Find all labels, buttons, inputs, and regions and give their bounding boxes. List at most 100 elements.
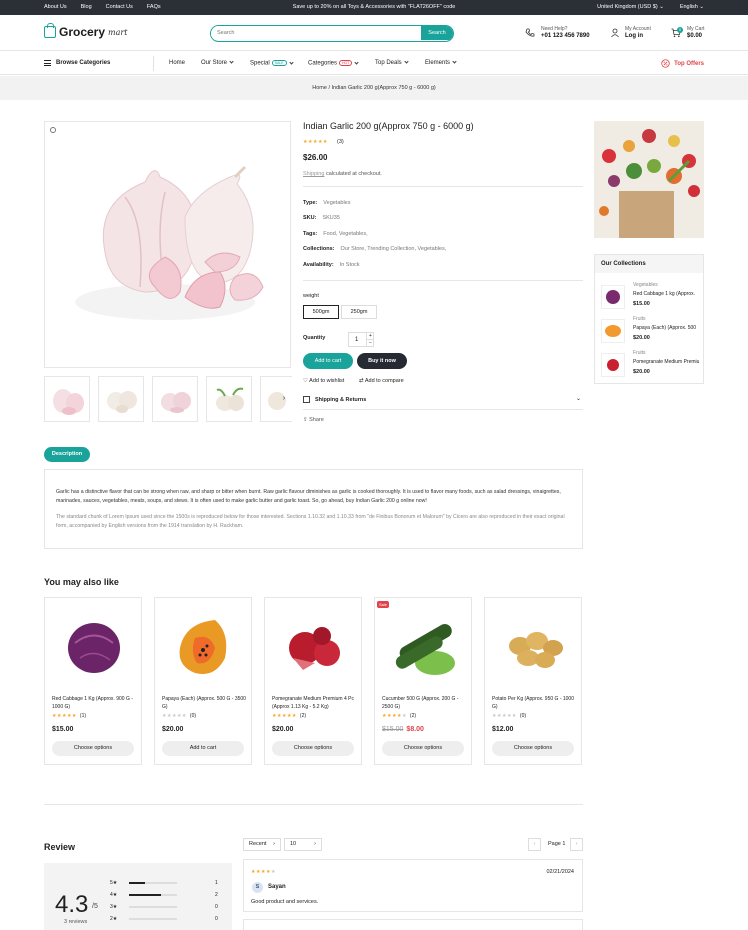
product-card-price: $20.00 bbox=[162, 726, 184, 733]
quantity-stepper: 1 + − bbox=[348, 332, 374, 347]
description-panel: Garlic has a distinctive flavor that can… bbox=[44, 469, 583, 549]
meta-value[interactable]: Food, Vegetables, bbox=[323, 231, 367, 237]
product-card-rating: ★★★★★ (2) bbox=[272, 713, 306, 719]
meta-value[interactable]: Vegetables bbox=[323, 200, 350, 206]
collection-item-name[interactable]: Papaya (Each) (Approx. 500 bbox=[633, 325, 699, 331]
product-card-name[interactable]: Cucumber 500 G (Approx. 200 G - 2500 G) bbox=[382, 695, 466, 711]
breadcrumb-home[interactable]: Home bbox=[312, 85, 327, 91]
top-offers-link[interactable]: Top Offers bbox=[661, 59, 704, 68]
product-card-name[interactable]: Potato Per Kg (Approx. 950 G - 1000 G) bbox=[492, 695, 576, 711]
add-to-cart-button[interactable]: Add to cart bbox=[303, 353, 353, 369]
rating-bar-count: 2 bbox=[215, 892, 218, 898]
product-card[interactable]: Sale Cucumber 500 G (Approx. 200 G - 250… bbox=[374, 597, 472, 765]
rating-stars: ★★★★★ bbox=[162, 713, 187, 719]
account-link[interactable]: My Account Log in bbox=[625, 26, 651, 40]
nav-top-deals[interactable]: Top Deals bbox=[375, 59, 409, 66]
chevron-down-icon: ⌄ bbox=[659, 4, 664, 10]
product-review-count[interactable]: (3) bbox=[337, 139, 344, 145]
share-link[interactable]: ⇪ Share bbox=[303, 417, 324, 423]
sort-select[interactable]: Recent › bbox=[243, 838, 281, 851]
nav-elements[interactable]: Elements bbox=[425, 59, 457, 66]
product-card-name[interactable]: Pomegranate Medium Premium 4 Pc (Approx … bbox=[272, 695, 356, 711]
zoom-icon[interactable] bbox=[50, 127, 56, 133]
product-thumb bbox=[601, 319, 625, 343]
chevron-down-icon bbox=[452, 59, 457, 64]
increment-button[interactable]: + bbox=[366, 333, 374, 340]
rating-bar bbox=[129, 906, 177, 908]
review-text: Good product and services. bbox=[251, 899, 319, 905]
product-card-name[interactable]: Papaya (Each) (Approx. 500 G - 3500 G) bbox=[162, 695, 246, 711]
thumbnail-3[interactable] bbox=[152, 376, 198, 422]
logo-text: Grocery bbox=[59, 25, 106, 39]
search-input[interactable] bbox=[211, 26, 421, 40]
chevron-right-icon: › bbox=[314, 841, 316, 847]
product-main-image[interactable] bbox=[44, 121, 291, 368]
tab-description[interactable]: Description bbox=[44, 447, 90, 462]
avatar: S bbox=[252, 882, 263, 893]
product-card-rating: ★★★★★ (2) bbox=[382, 713, 416, 719]
decrement-button[interactable]: − bbox=[366, 340, 374, 347]
our-collections-widget: Our Collections Vegetables Red Cabbage 1… bbox=[594, 254, 704, 384]
collection-item-name[interactable]: Red Cabbage 1 kg (Approx. bbox=[633, 291, 699, 297]
rating-stars: ★★★★★ bbox=[492, 713, 517, 719]
nav-categories[interactable]: Categories HOT bbox=[308, 59, 360, 67]
cart-label: My Cart bbox=[687, 26, 705, 32]
nav-special[interactable]: Special SALE bbox=[250, 59, 294, 67]
breadcrumb-separator: / bbox=[328, 85, 330, 91]
choose-options-button[interactable]: Choose options bbox=[52, 741, 134, 756]
collections-title: Our Collections bbox=[595, 255, 703, 273]
product-card[interactable]: Papaya (Each) (Approx. 500 G - 3500 G) ★… bbox=[154, 597, 252, 765]
collection-item-category: Fruits bbox=[633, 316, 646, 322]
nav-home[interactable]: Home bbox=[169, 60, 185, 66]
add-to-wishlist-link[interactable]: ♡ Add to wishlist bbox=[303, 378, 344, 384]
rating-bar-fill bbox=[129, 894, 162, 896]
rating-count: (2) bbox=[409, 713, 417, 719]
product-card[interactable]: Pomegranate Medium Premium 4 Pc (Approx … bbox=[264, 597, 362, 765]
collection-item[interactable]: Fruits Pomegranate Medium Premium $20.00 bbox=[601, 350, 701, 382]
thumbnail-2[interactable] bbox=[98, 376, 144, 422]
original-price: $15.00 bbox=[382, 726, 404, 733]
next-page-button[interactable]: › bbox=[570, 838, 583, 851]
add-to-compare-link[interactable]: ⇄ Add to compare bbox=[359, 378, 404, 384]
region-selector[interactable]: United Kingdom (USD $) ⌄ bbox=[597, 4, 664, 10]
hot-tag: HOT bbox=[339, 60, 353, 66]
choose-options-button[interactable]: Choose options bbox=[492, 741, 574, 756]
product-thumb bbox=[601, 353, 625, 377]
quantity-input[interactable]: 1 bbox=[355, 337, 358, 343]
weight-option-250gm[interactable]: 250gm bbox=[341, 305, 377, 319]
nav-our-store[interactable]: Our Store bbox=[201, 59, 234, 66]
rating-bar bbox=[129, 882, 177, 884]
cart-link[interactable]: My Cart $0.00 bbox=[687, 26, 705, 40]
shipping-returns-accordion[interactable]: Shipping & Returns ⌄ bbox=[303, 394, 583, 410]
product-card[interactable]: Potato Per Kg (Approx. 950 G - 1000 G) ★… bbox=[484, 597, 582, 765]
shipping-note: Shipping calculated at checkout. bbox=[303, 171, 382, 177]
buy-now-button[interactable]: Buy it now bbox=[357, 353, 407, 369]
collection-item[interactable]: Fruits Papaya (Each) (Approx. 500 $20.00 bbox=[601, 316, 701, 348]
search-button[interactable]: Search bbox=[421, 26, 453, 40]
rating-count: (0) bbox=[519, 713, 527, 719]
browse-categories-button[interactable]: Browse Categories bbox=[44, 60, 110, 66]
language-selector[interactable]: English ⌄ bbox=[680, 4, 704, 10]
collection-item[interactable]: Vegetables Red Cabbage 1 kg (Approx. $15… bbox=[601, 282, 701, 314]
help-contact[interactable]: Need Help? +01 123 456 7890 bbox=[541, 26, 590, 40]
garlic-thumb bbox=[107, 391, 137, 413]
weight-option-500gm[interactable]: 500gm bbox=[303, 305, 339, 319]
logo[interactable]: Grocery mart bbox=[44, 23, 127, 39]
thumbnail-4[interactable] bbox=[206, 376, 252, 422]
meta-value[interactable]: Our Store, Trending Collection, Vegetabl… bbox=[340, 246, 446, 252]
choose-options-button[interactable]: Choose options bbox=[382, 741, 464, 756]
rating-max: 5 bbox=[93, 903, 98, 910]
promo-banner[interactable] bbox=[594, 121, 704, 238]
prev-page-button[interactable]: ‹ bbox=[528, 838, 541, 851]
meta-tags: Tags: Food, Vegetables, bbox=[303, 231, 368, 237]
per-page-select[interactable]: 10 › bbox=[284, 838, 322, 851]
product-card-price: $20.00 bbox=[272, 726, 294, 733]
choose-options-button[interactable]: Choose options bbox=[272, 741, 354, 756]
product-card[interactable]: Red Cabbage 1 Kg (Approx. 900 G - 1000 G… bbox=[44, 597, 142, 765]
shipping-link[interactable]: Shipping bbox=[303, 171, 324, 177]
collection-item-name[interactable]: Pomegranate Medium Premium bbox=[633, 359, 699, 365]
thumb-next-arrow[interactable]: › bbox=[280, 395, 288, 403]
product-card-name[interactable]: Red Cabbage 1 Kg (Approx. 900 G - 1000 G… bbox=[52, 695, 136, 711]
review-item bbox=[243, 919, 583, 930]
add-to-cart-button[interactable]: Add to cart bbox=[162, 741, 244, 756]
